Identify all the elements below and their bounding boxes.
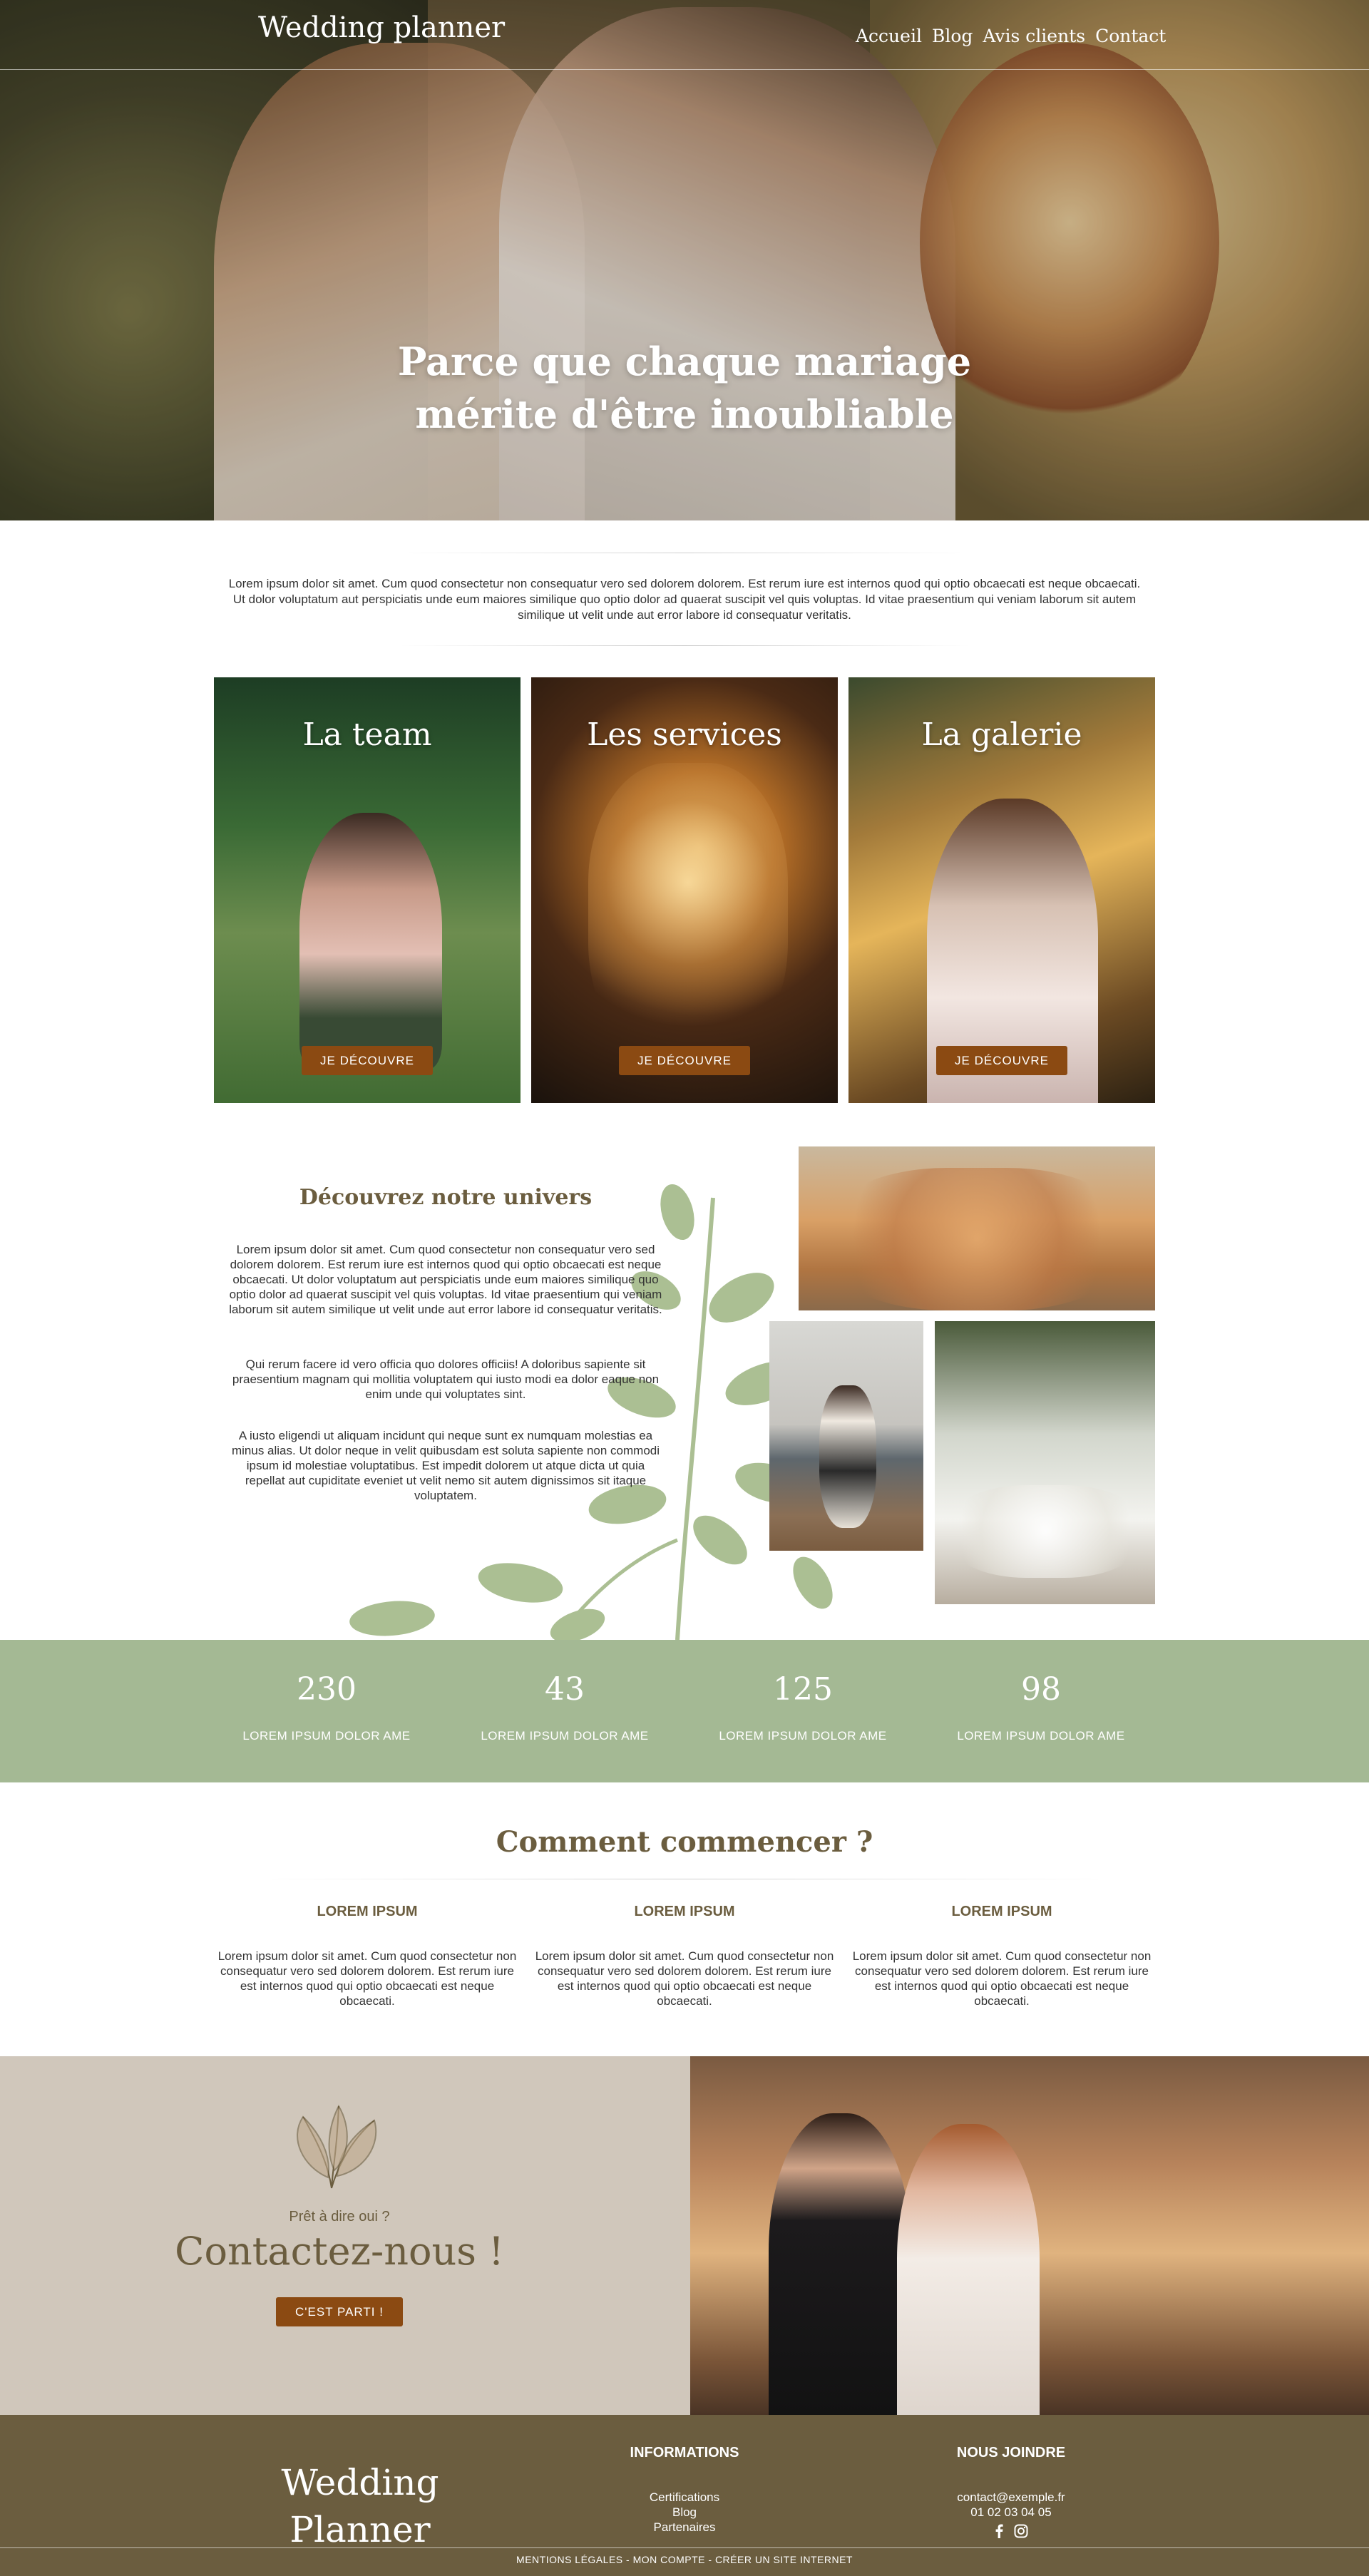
stat-number: 43 — [545, 1671, 585, 1708]
stat-label: LOREM IPSUM DOLOR AME — [481, 1729, 649, 1743]
footer-legal-links[interactable]: MENTIONS LÉGALES - MON COMPTE - CRÉER UN… — [0, 2554, 1369, 2565]
start-column-heading: LOREM IPSUM — [317, 1904, 418, 1919]
contact-title: Contactez-nous ! — [175, 2229, 504, 2274]
contact-cta-button[interactable]: C'EST PARTI ! — [276, 2297, 403, 2326]
footer-logo[interactable]: Wedding Planner — [246, 2459, 474, 2553]
divider — [399, 645, 970, 646]
univers-paragraph: Lorem ipsum dolor sit amet. Cum quod con… — [229, 1243, 662, 1316]
instagram-icon[interactable] — [1014, 2524, 1028, 2538]
card-title: La team — [302, 717, 432, 753]
nav-item-avis-clients[interactable]: Avis clients — [983, 26, 1085, 46]
site-header: Wedding planner Accueil Blog Avis client… — [0, 0, 1369, 70]
footer-link-certifications[interactable]: Certifications — [578, 2490, 791, 2505]
start-column: LOREM IPSUM Lorem ipsum dolor sit amet. … — [217, 1904, 517, 2008]
contact-subtitle: Prêt à dire oui ? — [289, 2209, 390, 2225]
footer-join-title: NOUS JOINDRE — [956, 2445, 1066, 2460]
contact-couple-image — [690, 2056, 1369, 2415]
nav-item-contact[interactable]: Contact — [1095, 26, 1166, 46]
stat-label: LOREM IPSUM DOLOR AME — [719, 1729, 887, 1743]
gallery-image-bridesmaids — [799, 1146, 1155, 1310]
nav-item-accueil[interactable]: Accueil — [856, 26, 922, 46]
social-links — [994, 2524, 1028, 2538]
nav-item-blog[interactable]: Blog — [932, 26, 973, 46]
footer-link-blog[interactable]: Blog — [578, 2505, 791, 2520]
facebook-icon[interactable] — [994, 2524, 1004, 2538]
hero-section: Wedding planner Accueil Blog Avis client… — [0, 0, 1369, 520]
discover-button[interactable]: JE DÉCOUVRE — [619, 1046, 750, 1075]
start-column-heading: LOREM IPSUM — [634, 1904, 735, 1919]
start-column-heading: LOREM IPSUM — [951, 1904, 1052, 1919]
footer-informations: INFORMATIONS Certifications Blog Partena… — [578, 2445, 791, 2535]
intro-text: Lorem ipsum dolor sit amet. Cum quod con… — [228, 577, 1141, 622]
site-logo[interactable]: Wedding planner — [258, 11, 505, 44]
leaves-icon — [297, 2104, 377, 2189]
main-nav: Accueil Blog Avis clients Contact — [856, 26, 1166, 46]
card-title: La galerie — [921, 717, 1082, 753]
start-column-text: Lorem ipsum dolor sit amet. Cum quod con… — [535, 1949, 834, 2008]
univers-title: Découvrez notre univers — [299, 1185, 593, 1210]
stat-number: 98 — [1021, 1671, 1061, 1708]
card-title: Les services — [587, 717, 782, 753]
hero-title: Parce que chaque mariage mérite d'être i… — [397, 339, 972, 437]
univers-paragraph: A iusto eligendi ut aliquam incidunt qui… — [231, 1429, 660, 1502]
stat-number: 125 — [773, 1671, 833, 1708]
card-la-team[interactable]: La team JE DÉCOUVRE — [214, 677, 521, 1103]
card-la-galerie[interactable]: La galerie JE DÉCOUVRE — [848, 677, 1155, 1103]
gallery-image-reception-venue — [935, 1321, 1155, 1604]
footer-info-title: INFORMATIONS — [630, 2445, 739, 2460]
stat-label: LOREM IPSUM DOLOR AME — [242, 1729, 411, 1743]
stat-item: 125 LOREM IPSUM DOLOR AME — [696, 1640, 910, 1743]
start-column-text: Lorem ipsum dolor sit amet. Cum quod con… — [852, 1949, 1152, 2008]
start-column: LOREM IPSUM Lorem ipsum dolor sit amet. … — [535, 1904, 834, 2008]
stats-band: 230 LOREM IPSUM DOLOR AME 43 LOREM IPSUM… — [0, 1640, 1369, 1782]
univers-paragraph: Qui rerum facere id vero officia quo dol… — [232, 1358, 660, 1401]
footer-phone[interactable]: 01 02 03 04 05 — [904, 2505, 1118, 2520]
stat-item: 98 LOREM IPSUM DOLOR AME — [934, 1640, 1148, 1743]
discover-button[interactable]: JE DÉCOUVRE — [302, 1046, 433, 1075]
site-footer: Wedding Planner INFORMATIONS Certificati… — [0, 2415, 1369, 2576]
footer-contact: NOUS JOINDRE contact@exemple.fr 01 02 03… — [904, 2445, 1118, 2542]
start-title: Comment commencer ? — [496, 1825, 873, 1859]
footer-link-partenaires[interactable]: Partenaires — [578, 2520, 791, 2535]
start-column-text: Lorem ipsum dolor sit amet. Cum quod con… — [217, 1949, 517, 2008]
discover-button[interactable]: JE DÉCOUVRE — [936, 1046, 1067, 1075]
stat-number: 230 — [297, 1671, 357, 1708]
footer-divider — [0, 2547, 1369, 2548]
gallery-image-couple-pier — [769, 1321, 923, 1551]
card-les-services[interactable]: Les services JE DÉCOUVRE — [531, 677, 838, 1103]
footer-email[interactable]: contact@exemple.fr — [904, 2490, 1118, 2505]
stat-label: LOREM IPSUM DOLOR AME — [957, 1729, 1125, 1743]
stat-item: 230 LOREM IPSUM DOLOR AME — [220, 1640, 434, 1743]
start-column: LOREM IPSUM Lorem ipsum dolor sit amet. … — [852, 1904, 1152, 2008]
stat-item: 43 LOREM IPSUM DOLOR AME — [458, 1640, 672, 1743]
